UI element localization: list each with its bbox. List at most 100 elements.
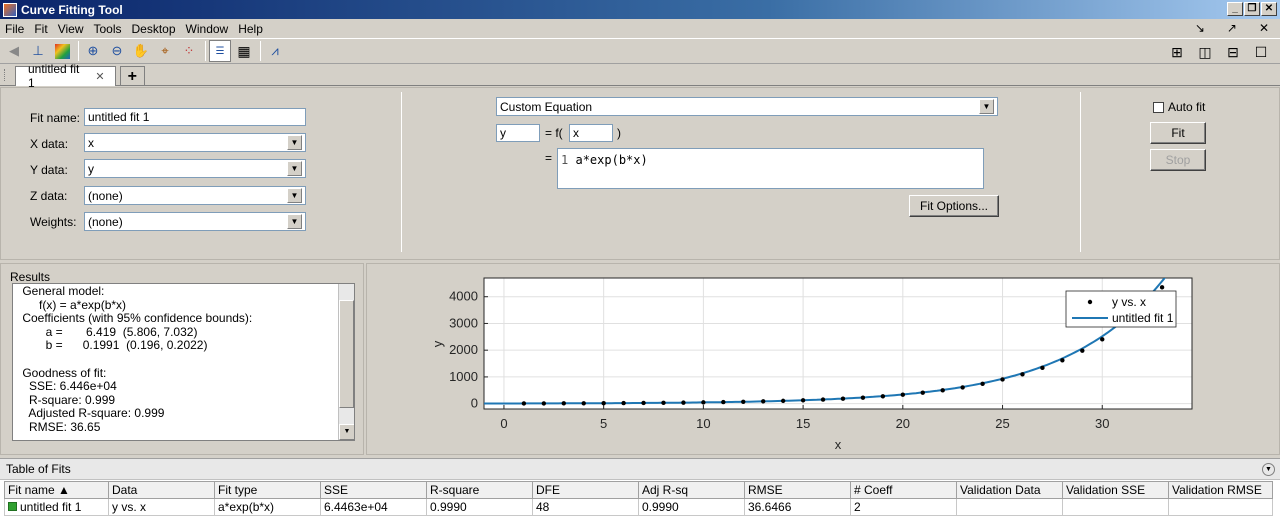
checkbox-box[interactable] xyxy=(1153,101,1164,113)
tile-four-icon[interactable]: ⊞ xyxy=(1166,41,1188,63)
minimize-button[interactable]: _ xyxy=(1227,2,1243,16)
equation-editor[interactable]: 1 a*exp(b*x) xyxy=(557,148,984,189)
add-tab-button[interactable]: + xyxy=(119,66,145,86)
data-point xyxy=(1060,358,1065,363)
single-view-icon[interactable]: ☐ xyxy=(1250,41,1272,63)
data-point xyxy=(1159,285,1165,290)
legend-label-points: y vs. x xyxy=(1112,295,1146,309)
scroll-thumb[interactable] xyxy=(339,300,354,408)
dependent-variable-value: y xyxy=(500,126,506,140)
close-button[interactable]: ✕ xyxy=(1261,2,1277,16)
tile-rows-icon[interactable]: ⊟ xyxy=(1222,41,1244,63)
x-data-select[interactable]: x ▼ xyxy=(84,133,306,152)
table-cell: untitled fit 1 xyxy=(4,498,109,516)
data-point xyxy=(1080,348,1085,353)
document-tab-bar: untitled fit 1 ✕ + xyxy=(0,62,1280,90)
results-scrollbar[interactable]: ▲ ▼ xyxy=(338,284,354,440)
undock-icon[interactable]: ↘ xyxy=(1190,21,1210,35)
data-point xyxy=(581,401,586,406)
independent-variable-input[interactable]: x xyxy=(569,124,613,142)
chevron-down-icon[interactable]: ▼ xyxy=(979,99,994,114)
column-header[interactable]: Fit name ▲ xyxy=(4,481,109,499)
fit-type-select[interactable]: Custom Equation ▼ xyxy=(496,97,998,116)
chevron-down-icon[interactable]: ▼ xyxy=(287,214,302,229)
y-data-value: y xyxy=(88,161,94,176)
grid-icon[interactable]: ▦ xyxy=(233,40,255,62)
scroll-down-icon[interactable]: ▼ xyxy=(339,424,354,440)
weights-label: Weights: xyxy=(30,215,77,229)
column-header[interactable]: SSE xyxy=(320,481,427,499)
fit-options-button[interactable]: Fit Options... xyxy=(909,195,999,217)
dependent-variable-input[interactable]: y xyxy=(496,124,540,142)
z-data-value: (none) xyxy=(88,188,123,203)
equals-f-label: = f( xyxy=(545,126,563,140)
data-point xyxy=(561,401,566,406)
column-header[interactable]: RMSE xyxy=(744,481,851,499)
chevron-down-icon[interactable]: ▼ xyxy=(287,188,302,203)
fit-button[interactable]: Fit xyxy=(1150,122,1206,144)
prediction-bounds-icon[interactable]: ⩘ xyxy=(264,40,286,62)
column-header[interactable]: Data xyxy=(108,481,215,499)
plot-legend[interactable]: y vs. x untitled fit 1 xyxy=(1065,290,1177,328)
column-header[interactable]: Fit type xyxy=(214,481,321,499)
column-header[interactable]: Validation Data xyxy=(956,481,1063,499)
column-header[interactable]: DFE xyxy=(532,481,639,499)
menu-file[interactable]: File xyxy=(0,22,29,36)
results-line: a = 6.419 (5.806, 7.032) xyxy=(19,324,198,339)
column-header[interactable]: R-square xyxy=(426,481,533,499)
fit-plot[interactable]: 0 5 10 15 20 25 30 0 1000 2000 3000 4000 x y y vs. … xyxy=(366,263,1280,455)
tile-columns-icon[interactable]: ◫ xyxy=(1194,41,1216,63)
close-tab-icon[interactable]: ✕ xyxy=(95,70,104,83)
column-header[interactable]: Validation SSE xyxy=(1062,481,1169,499)
table-cell: 0.9990 xyxy=(426,498,533,516)
data-point xyxy=(820,397,826,402)
dock-icon[interactable]: ↗ xyxy=(1222,21,1242,35)
menu-desktop[interactable]: Desktop xyxy=(127,22,181,36)
main-plot-icon[interactable]: ⊥ xyxy=(27,40,49,62)
fit-name-input[interactable]: untitled fit 1 xyxy=(84,108,306,126)
residuals-plot-icon[interactable] xyxy=(51,40,73,62)
weights-select[interactable]: (none) ▼ xyxy=(84,212,306,231)
auto-fit-checkbox[interactable]: Auto fit xyxy=(1153,100,1205,114)
legend-points-marker xyxy=(1087,299,1093,305)
data-cursor-icon[interactable]: ⌖ xyxy=(154,40,176,62)
table-cell: 6.4463e+04 xyxy=(320,498,427,516)
close-document-icon[interactable]: ✕ xyxy=(1254,21,1274,35)
menu-window[interactable]: Window xyxy=(181,22,234,36)
column-header[interactable]: Adj R-sq xyxy=(638,481,745,499)
exclude-outliers-icon[interactable]: ⁘ xyxy=(178,40,200,62)
chevron-down-icon[interactable]: ▼ xyxy=(287,135,302,150)
equals-label: = xyxy=(545,151,553,165)
menu-help[interactable]: Help xyxy=(233,22,268,36)
results-line: f(x) = a*exp(b*x) xyxy=(19,297,127,312)
y-tick-label: 3000 xyxy=(449,315,478,330)
menu-view[interactable]: View xyxy=(53,22,89,36)
column-header[interactable]: Validation RMSE xyxy=(1168,481,1273,499)
column-header[interactable]: # Coeff xyxy=(850,481,957,499)
z-data-select[interactable]: (none) ▼ xyxy=(84,186,306,205)
restore-button[interactable]: ❐ xyxy=(1244,2,1260,16)
table-row[interactable]: untitled fit 1y vs. x a*exp(b*x) 6.4463e+0… xyxy=(4,498,1273,516)
legend-icon[interactable]: ☰ xyxy=(209,40,231,62)
divider xyxy=(1080,92,1081,252)
legend-label-fit: untitled fit 1 xyxy=(1112,311,1174,325)
zoom-in-icon[interactable]: ⊕ xyxy=(82,40,104,62)
menu-tools[interactable]: Tools xyxy=(88,22,126,36)
y-data-select[interactable]: y ▼ xyxy=(84,159,306,178)
pan-icon[interactable]: ✋ xyxy=(130,40,152,62)
table-of-fits-title: Table of Fits xyxy=(6,462,71,476)
menu-fit[interactable]: Fit xyxy=(29,22,52,36)
zoom-out-icon[interactable]: ⊖ xyxy=(106,40,128,62)
chevron-down-icon[interactable]: ▼ xyxy=(287,161,302,176)
x-tick-label: 30 xyxy=(1095,416,1109,431)
data-point xyxy=(1100,337,1105,342)
data-point xyxy=(721,399,726,405)
data-point xyxy=(681,400,686,405)
y-tick-label: 4000 xyxy=(449,289,478,304)
window-title: Curve Fitting Tool xyxy=(21,2,123,17)
table-cell: 2 xyxy=(850,498,957,516)
back-icon[interactable]: ◀ xyxy=(3,40,25,62)
tab-untitled-fit-1[interactable]: untitled fit 1 ✕ + xyxy=(15,62,145,90)
stop-button[interactable]: Stop xyxy=(1150,149,1206,171)
collapse-panel-icon[interactable]: ▼ xyxy=(1262,462,1275,476)
